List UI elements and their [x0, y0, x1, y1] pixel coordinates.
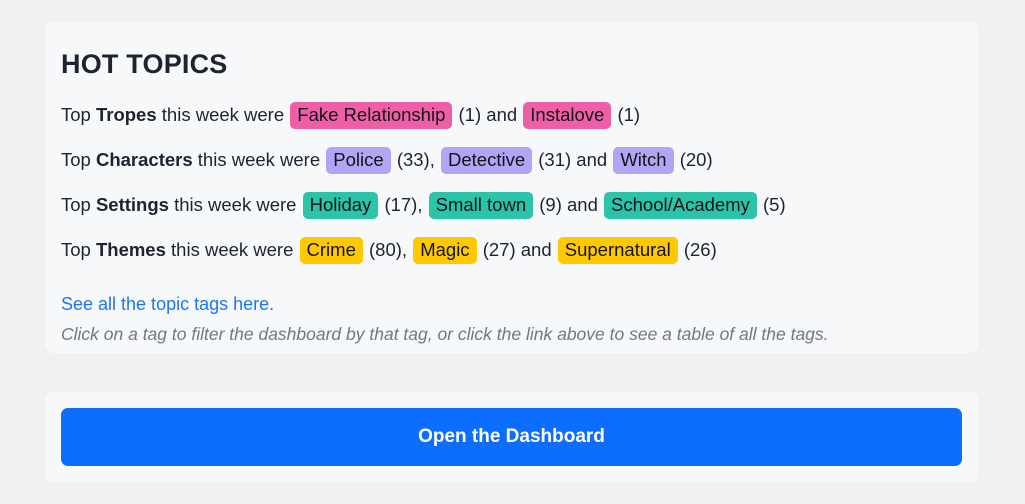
topic-row-prefix: Top: [61, 239, 96, 261]
topic-tag[interactable]: Detective: [441, 147, 533, 174]
page-root: HOT TOPICS Top Tropes this week were Fak…: [0, 0, 1025, 504]
topic-rows-container: Top Tropes this week were Fake Relations…: [45, 92, 978, 272]
topic-tag-count: (1): [617, 104, 641, 126]
topic-tag[interactable]: Magic: [413, 237, 477, 264]
topic-tag-separator: [435, 149, 440, 170]
topic-tag-separator: and: [561, 194, 604, 216]
topic-tag[interactable]: Police: [326, 147, 391, 174]
topic-row-prefix: Top: [61, 194, 96, 216]
topic-tag[interactable]: Holiday: [302, 192, 379, 219]
topic-row-middle: this week were: [168, 194, 302, 216]
topic-tag-count: (33),: [396, 149, 435, 171]
topic-row-middle: this week were: [192, 149, 326, 171]
topic-row-prefix: Top: [61, 149, 96, 171]
topic-row-middle: this week were: [156, 104, 290, 126]
topic-tag-count: (27): [482, 239, 516, 261]
topic-category-label: Themes: [95, 239, 166, 261]
page-title: HOT TOPICS: [61, 49, 228, 79]
topic-row-characters: Top Characters this week were Police (33…: [61, 137, 978, 182]
topic-tag[interactable]: Supernatural: [557, 237, 678, 264]
hot-topics-card: HOT TOPICS Top Tropes this week were Fak…: [45, 22, 978, 353]
see-all-topic-tags-link[interactable]: See all the topic tags here.: [61, 294, 274, 315]
topic-tag-separator: [407, 239, 412, 260]
topic-tag-count: (31): [538, 149, 572, 171]
topic-tag[interactable]: Witch: [613, 147, 674, 174]
topic-tag-count: (26): [683, 239, 717, 261]
dashboard-card: Open the Dashboard: [45, 392, 978, 482]
topic-tag-count: (80),: [369, 239, 408, 261]
topic-tag[interactable]: Instalove: [523, 102, 612, 129]
topic-category-label: Characters: [95, 149, 193, 171]
topic-tag-separator: [422, 194, 427, 215]
open-dashboard-button[interactable]: Open the Dashboard: [61, 408, 962, 466]
topic-tag[interactable]: School/Academy: [604, 192, 757, 219]
topic-row-themes: Top Themes this week were Crime (80), Ma…: [61, 227, 978, 272]
topic-tag-count: (20): [679, 149, 713, 171]
topic-category-label: Tropes: [95, 104, 157, 126]
topic-category-label: Settings: [95, 194, 169, 216]
topic-tag-separator: and: [481, 104, 523, 126]
topic-tag[interactable]: Small town: [428, 192, 534, 219]
topic-tag[interactable]: Crime: [299, 237, 363, 264]
topic-tag-count: (17),: [384, 194, 423, 216]
topic-tag-count: (5): [763, 194, 786, 216]
topic-row-tropes: Top Tropes this week were Fake Relations…: [61, 92, 978, 137]
topic-row-settings: Top Settings this week were Holiday (17)…: [61, 182, 978, 227]
topic-tag-separator: and: [571, 149, 613, 171]
topic-tag-separator: and: [515, 239, 557, 261]
topic-tag-count: (9): [539, 194, 562, 216]
help-caption: Click on a tag to filter the dashboard b…: [61, 324, 829, 345]
topic-tag[interactable]: Fake Relationship: [290, 102, 453, 129]
topic-row-prefix: Top: [61, 104, 96, 126]
topic-row-middle: this week were: [165, 239, 299, 261]
topic-tag-count: (1): [458, 104, 482, 126]
